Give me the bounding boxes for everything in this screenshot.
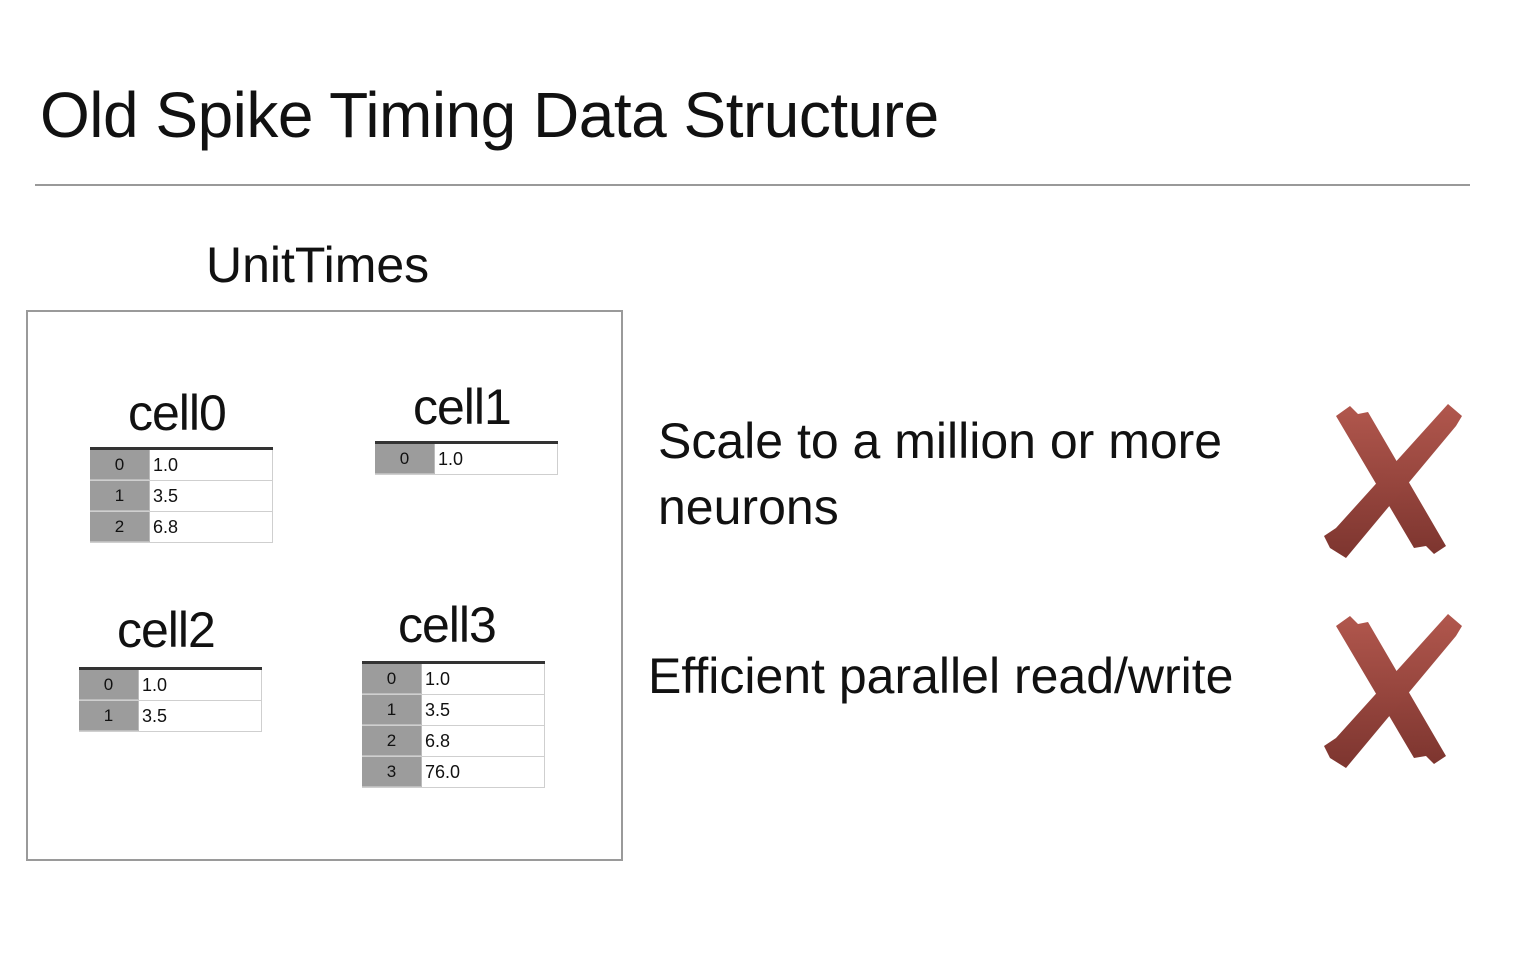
row-index: 0 (362, 664, 422, 694)
claim-line: neurons (658, 479, 839, 535)
cell-table: 0 1.0 1 3.5 (79, 667, 262, 732)
row-index: 2 (362, 726, 422, 756)
x-mark-icon (1324, 614, 1462, 768)
cell-name: cell0 (128, 385, 227, 441)
row-value: 76.0 (422, 757, 545, 787)
row-index: 2 (90, 512, 150, 542)
x-mark-icon (1324, 404, 1462, 558)
row-index: 0 (79, 670, 139, 700)
structure-label: UnitTimes (206, 237, 430, 293)
row-value: 1.0 (422, 664, 545, 694)
claim-scale: Scale to a million or more neurons (658, 408, 1222, 540)
table-row: 1 3.5 (362, 695, 545, 726)
row-value: 3.5 (139, 701, 262, 731)
table-row: 0 1.0 (375, 444, 558, 475)
row-value: 1.0 (139, 670, 262, 700)
table-row: 2 6.8 (362, 726, 545, 757)
structure-box: cell0 0 1.0 1 3.5 2 6.8 cell1 0 1.0 cell2 01… (26, 310, 623, 861)
table-row: 0 1.0 (362, 664, 545, 695)
table-row: 0 1.0 (90, 450, 273, 481)
claim-parallel-io: Efficient parallel read/write (648, 643, 1233, 709)
row-index: 0 (375, 444, 435, 474)
row-index: 1 (362, 695, 422, 725)
cell-table: 0 1.0 1 3.5 2 6.8 3 76.0 (362, 661, 545, 788)
row-value: 3.5 (422, 695, 545, 725)
row-index: 1 (79, 701, 139, 731)
row-index: 1 (90, 481, 150, 511)
row-index: 3 (362, 757, 422, 787)
table-row: 3 76.0 (362, 757, 545, 788)
row-value: 3.5 (150, 481, 273, 511)
cell-name: cell3 (398, 597, 497, 653)
claim-line: Efficient parallel read/write (648, 648, 1234, 704)
row-value: 1.0 (150, 450, 273, 480)
row-value: 6.8 (150, 512, 273, 542)
row-index: 0 (90, 450, 150, 480)
table-row: 2 6.8 (90, 512, 273, 543)
row-value: 1.0 (435, 444, 558, 474)
title-divider (35, 184, 1470, 186)
cell-name: cell2 (117, 602, 216, 658)
cell-name: cell1 (413, 379, 512, 435)
table-row: 1 3.5 (79, 701, 262, 732)
table-row: 1 3.5 (90, 481, 273, 512)
table-row: 0 1.0 (79, 670, 262, 701)
slide-title: Old Spike Timing Data Structure (40, 79, 939, 151)
claim-line: Scale to a million or more (658, 413, 1223, 469)
cell-table: 0 1.0 (375, 441, 558, 475)
cell-table: 0 1.0 1 3.5 2 6.8 (90, 447, 273, 543)
row-value: 6.8 (422, 726, 545, 756)
